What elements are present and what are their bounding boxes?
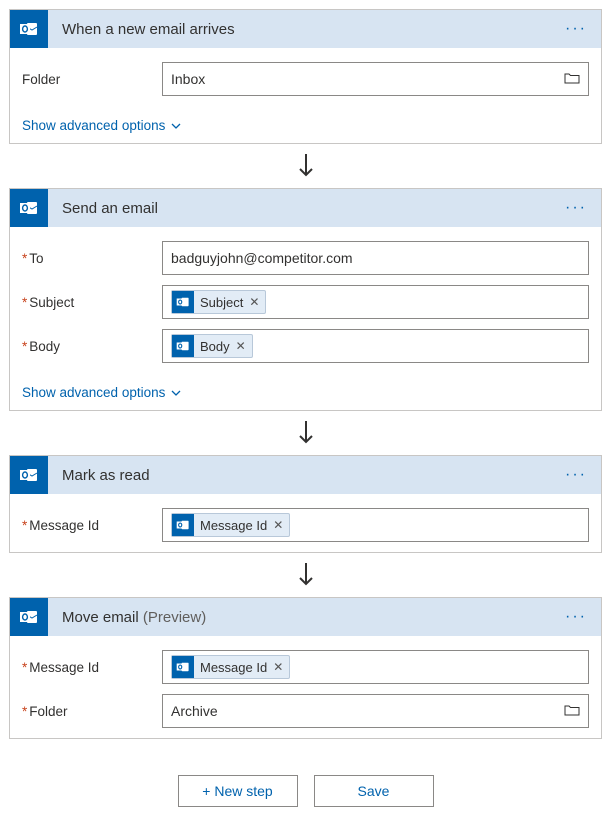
field-value: Inbox (171, 71, 205, 87)
token-subject[interactable]: Subject ✕ (171, 290, 266, 314)
show-advanced-link[interactable]: Show advanced options (22, 118, 183, 133)
flow-arrow (9, 553, 602, 597)
outlook-icon (10, 10, 48, 48)
card-menu-icon[interactable]: ··· (561, 20, 591, 38)
token-remove-icon[interactable]: ✕ (273, 660, 283, 674)
field-label: *To (22, 251, 162, 266)
row-to: *To badguyjohn@competitor.com (22, 241, 589, 275)
card-body: *Message Id Message Id ✕ *Folder Archive (10, 636, 601, 738)
token-label: Message Id (200, 518, 267, 533)
outlook-icon (10, 598, 48, 636)
card-body: *Message Id Message Id ✕ (10, 494, 601, 552)
card-header[interactable]: Mark as read ··· (10, 456, 601, 494)
card-trigger-email: When a new email arrives ··· Folder Inbo… (9, 9, 602, 144)
row-message-id: *Message Id Message Id ✕ (22, 650, 589, 684)
field-label: *Message Id (22, 660, 162, 675)
card-title: Send an email (48, 200, 561, 217)
to-input[interactable]: badguyjohn@competitor.com (162, 241, 589, 275)
message-id-input[interactable]: Message Id ✕ (162, 508, 589, 542)
field-label: *Folder (22, 704, 162, 719)
card-menu-icon[interactable]: ··· (561, 466, 591, 484)
card-mark-read: Mark as read ··· *Message Id Message Id … (9, 455, 602, 553)
token-remove-icon[interactable]: ✕ (236, 339, 246, 353)
subject-input[interactable]: Subject ✕ (162, 285, 589, 319)
field-label: Folder (22, 72, 162, 87)
flow-arrow (9, 411, 602, 455)
token-label: Subject (200, 295, 243, 310)
outlook-icon (10, 456, 48, 494)
token-label: Body (200, 339, 230, 354)
outlook-icon (172, 291, 194, 313)
outlook-icon (172, 514, 194, 536)
token-body[interactable]: Body ✕ (171, 334, 253, 358)
field-label: *Body (22, 339, 162, 354)
outlook-icon (10, 189, 48, 227)
row-folder: *Folder Archive (22, 694, 589, 728)
folder-picker-icon[interactable] (564, 71, 580, 87)
outlook-icon (172, 656, 194, 678)
save-button[interactable]: Save (314, 775, 434, 807)
body-input[interactable]: Body ✕ (162, 329, 589, 363)
card-title: Move email (Preview) (48, 609, 561, 626)
folder-input[interactable]: Archive (162, 694, 589, 728)
folder-picker-icon[interactable] (564, 703, 580, 719)
card-send-email: Send an email ··· *To badguyjohn@competi… (9, 188, 602, 411)
card-title: Mark as read (48, 467, 561, 484)
card-header[interactable]: Send an email ··· (10, 189, 601, 227)
card-header[interactable]: Move email (Preview) ··· (10, 598, 601, 636)
card-move-email: Move email (Preview) ··· *Message Id Mes… (9, 597, 602, 739)
row-subject: *Subject Subject ✕ (22, 285, 589, 319)
card-header[interactable]: When a new email arrives ··· (10, 10, 601, 48)
card-menu-icon[interactable]: ··· (561, 199, 591, 217)
field-label: *Message Id (22, 518, 162, 533)
outlook-icon (172, 335, 194, 357)
footer-buttons: + New step Save (9, 775, 602, 807)
row-body: *Body Body ✕ (22, 329, 589, 363)
card-title: When a new email arrives (48, 21, 561, 38)
token-message-id[interactable]: Message Id ✕ (171, 513, 290, 537)
card-body: *To badguyjohn@competitor.com *Subject S… (10, 227, 601, 410)
new-step-button[interactable]: + New step (178, 775, 298, 807)
folder-input[interactable]: Inbox (162, 62, 589, 96)
message-id-input[interactable]: Message Id ✕ (162, 650, 589, 684)
field-value: Archive (171, 703, 218, 719)
card-body: Folder Inbox Show advanced options (10, 48, 601, 143)
token-message-id[interactable]: Message Id ✕ (171, 655, 290, 679)
row-message-id: *Message Id Message Id ✕ (22, 508, 589, 542)
show-advanced-link[interactable]: Show advanced options (22, 385, 183, 400)
flow-arrow (9, 144, 602, 188)
token-remove-icon[interactable]: ✕ (249, 295, 259, 309)
field-label: *Subject (22, 295, 162, 310)
token-label: Message Id (200, 660, 267, 675)
row-folder: Folder Inbox (22, 62, 589, 96)
card-menu-icon[interactable]: ··· (561, 608, 591, 626)
preview-tag: (Preview) (143, 609, 206, 626)
field-value: badguyjohn@competitor.com (171, 250, 353, 266)
token-remove-icon[interactable]: ✕ (273, 518, 283, 532)
